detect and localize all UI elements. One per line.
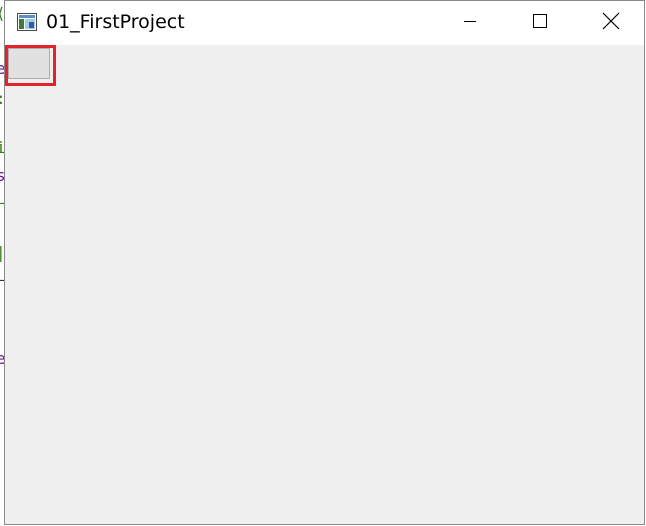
close-icon xyxy=(602,12,620,35)
close-button[interactable] xyxy=(576,1,646,45)
client-area xyxy=(5,45,644,524)
app-window: 01_FirstProject xyxy=(4,0,645,525)
minimize-icon xyxy=(462,13,478,34)
maximize-icon xyxy=(532,13,548,34)
maximize-button[interactable] xyxy=(505,1,575,45)
minimize-button[interactable] xyxy=(435,1,505,45)
window-title: 01_FirstProject xyxy=(46,11,185,33)
app-window-icon xyxy=(17,13,37,31)
push-button[interactable] xyxy=(8,48,50,79)
title-bar[interactable]: 01_FirstProject xyxy=(5,1,644,45)
